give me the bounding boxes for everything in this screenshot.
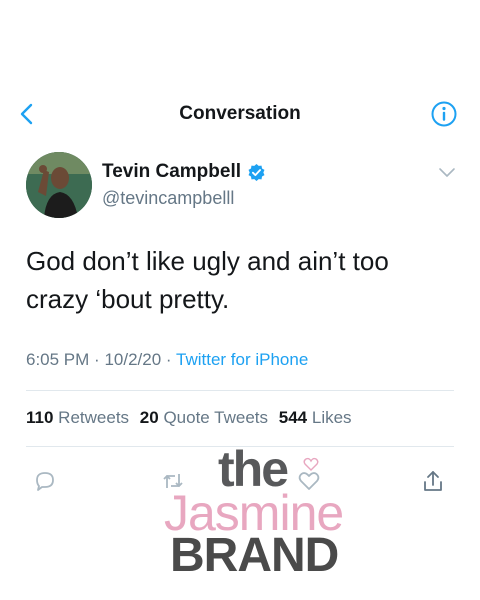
- likes-label: Likes: [311, 408, 352, 427]
- likes-stat[interactable]: 544 Likes: [279, 408, 352, 427]
- chevron-down-icon[interactable]: [438, 166, 456, 180]
- watermark-logo: the Jasmine BRAND: [160, 440, 390, 582]
- tweet-text: God don’t like ugly and ain’t too crazy …: [26, 246, 389, 314]
- share-icon[interactable]: [420, 468, 446, 494]
- retweets-label: Retweets: [58, 408, 130, 427]
- avatar[interactable]: [26, 152, 92, 218]
- heart-icon: [303, 457, 319, 471]
- display-name[interactable]: Tevin Campbell: [102, 161, 241, 183]
- meta-separator: ·: [94, 350, 100, 369]
- display-name-row: Tevin Campbell: [102, 160, 266, 184]
- retweets-stat[interactable]: 110 Retweets: [26, 408, 129, 427]
- likes-count: 544: [278, 408, 308, 427]
- reply-icon[interactable]: [32, 468, 58, 494]
- quote-tweets-label: Quote Tweets: [163, 408, 269, 427]
- user-handle[interactable]: @tevincampbelll: [102, 188, 234, 209]
- info-icon[interactable]: [430, 100, 458, 128]
- meta-separator: ·: [165, 350, 172, 369]
- quote-tweets-stat[interactable]: 20 Quote Tweets: [140, 408, 268, 427]
- divider: [26, 390, 454, 391]
- tweet-time: 6:05 PM: [26, 350, 90, 369]
- tweet-meta: 6:05 PM · 10/2/20 · Twitter for iPhone: [26, 350, 308, 370]
- verified-badge-icon: [248, 163, 265, 181]
- tweet-source-link[interactable]: Twitter for iPhone: [176, 350, 308, 369]
- tweet-stats: 110 Retweets 20 Quote Tweets 544 Likes: [26, 408, 358, 428]
- nav-bar: Conversation: [0, 94, 480, 136]
- tweet-date: 10/2/20: [104, 350, 162, 369]
- quote-tweets-count: 20: [139, 408, 159, 427]
- watermark-line-3: BRAND: [170, 529, 339, 582]
- retweets-count: 110: [26, 408, 54, 427]
- page-title: Conversation: [179, 103, 301, 124]
- avatar-image: [26, 152, 92, 218]
